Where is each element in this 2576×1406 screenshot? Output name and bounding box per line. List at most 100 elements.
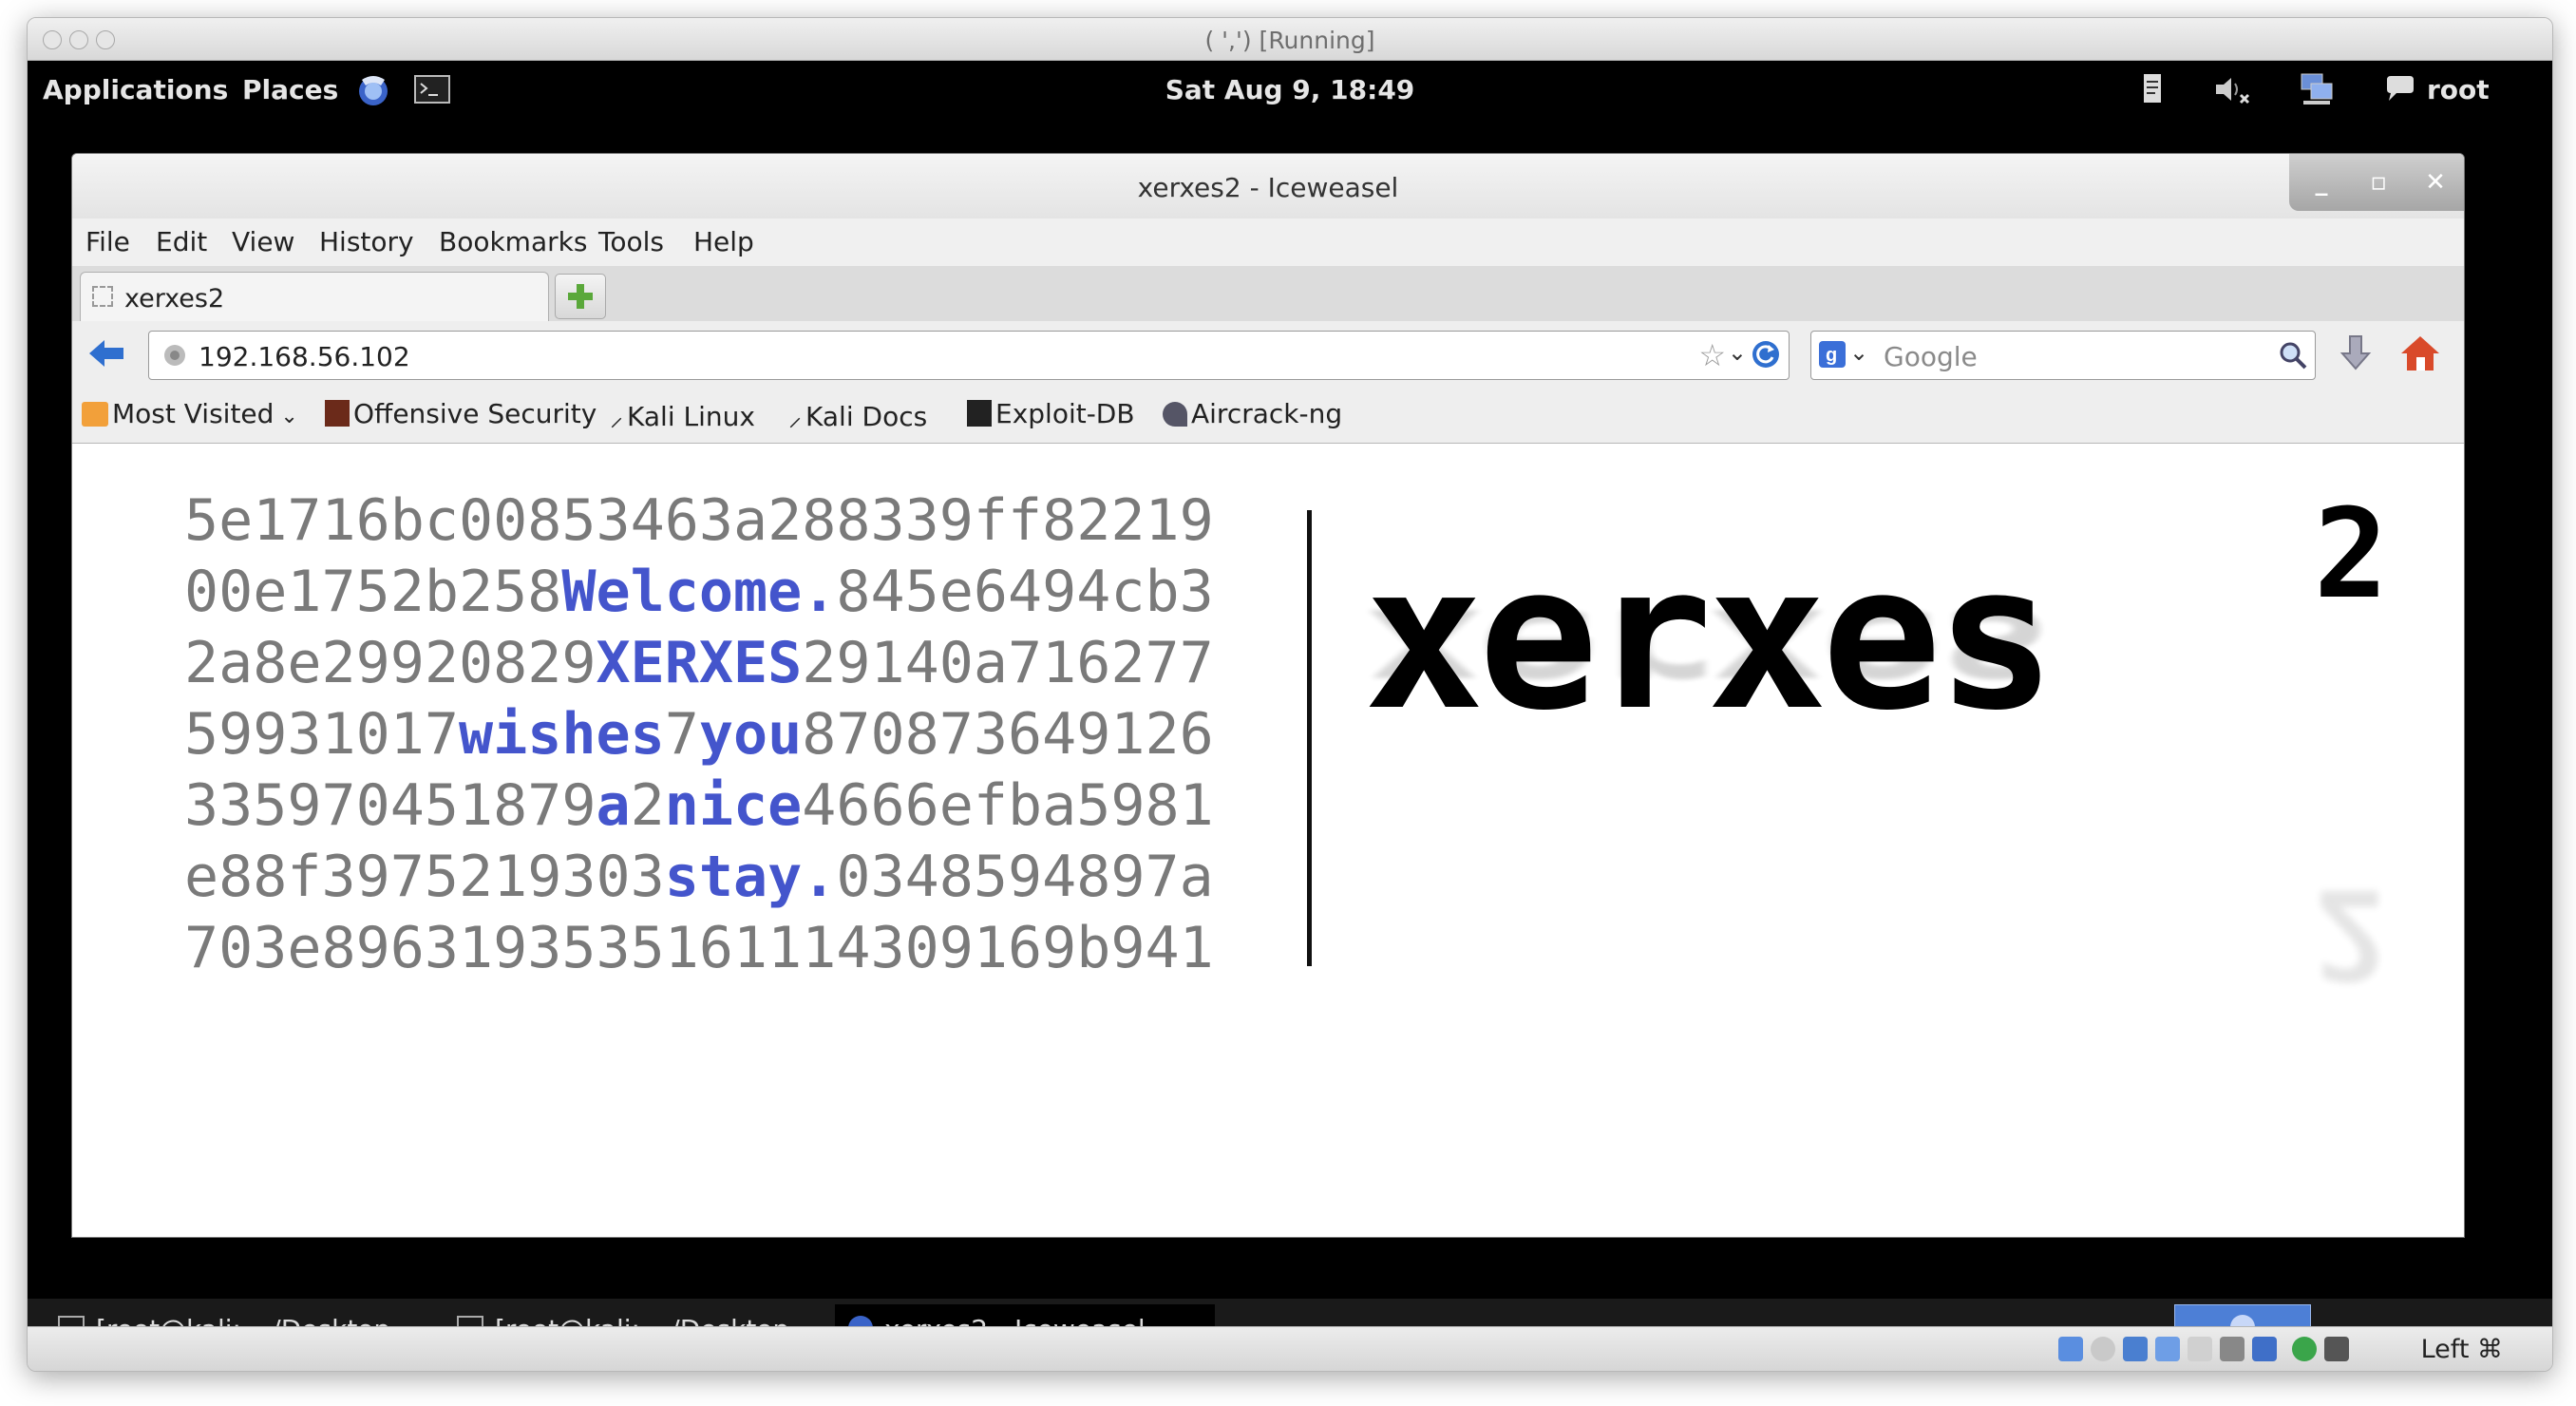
bookmark-star-icon[interactable]: ☆ <box>1698 337 1726 373</box>
svg-text:g: g <box>1826 345 1837 366</box>
tab-strip: xerxes2 <box>72 266 2464 324</box>
hex-segment: e88f3975219303 <box>184 844 665 910</box>
vm-screen: Applications Places Sat Aug 9, 18:49 roo… <box>28 61 2552 1356</box>
url-text[interactable]: 192.168.56.102 <box>199 341 410 372</box>
mouse-integration-icon[interactable] <box>2252 1337 2277 1361</box>
hidden-word: XERXES <box>596 630 803 696</box>
network-adapter-icon[interactable] <box>2155 1337 2180 1361</box>
bookmark-label: Kali Linux <box>627 401 755 432</box>
download-arrow-icon[interactable] <box>2337 332 2375 374</box>
home-icon[interactable] <box>2397 332 2443 374</box>
hex-segment: 870873649126 <box>802 701 1214 768</box>
menu-file[interactable]: File <box>85 226 130 257</box>
bookmark-label: Most Visited <box>112 398 275 429</box>
hex-line-3: 2a8e29920829XERXES29140a716277 <box>184 628 1214 699</box>
plus-icon <box>568 284 593 309</box>
menu-help[interactable]: Help <box>693 226 754 257</box>
hex-line-5: 335970451879a2nice4666efba5981 <box>184 770 1214 842</box>
hex-segment: 00e1752b258 <box>184 559 562 625</box>
bookmark-offensive-security[interactable]: Offensive Security <box>325 398 597 429</box>
virtualbox-status-bar: Left ⌘ <box>28 1326 2552 1371</box>
bookmark-kali-docs[interactable]: ⸝ Kali Docs <box>788 398 927 434</box>
clock[interactable]: Sat Aug 9, 18:49 <box>28 74 2552 105</box>
kali-dragon-icon: ⸝ <box>788 401 803 432</box>
optical-drive-icon[interactable] <box>2091 1337 2115 1361</box>
video-capture-icon[interactable] <box>2220 1337 2245 1361</box>
offsec-icon <box>325 400 350 427</box>
folder-icon <box>82 402 108 427</box>
bookmark-kali-linux[interactable]: ⸝ Kali Linux <box>610 398 755 434</box>
network-icon[interactable] <box>2298 70 2336 108</box>
bookmark-most-visited[interactable]: Most Visited ⌄ <box>82 398 298 429</box>
bookmark-label: Offensive Security <box>353 398 597 429</box>
menu-view[interactable]: View <box>232 226 294 257</box>
hex-line-4: 59931017wishes7you870873649126 <box>184 699 1214 770</box>
history-dropdown-icon[interactable]: ⌄ <box>1728 339 1747 366</box>
menu-tools[interactable]: Tools <box>598 226 664 257</box>
hex-segment: 7 <box>664 701 699 768</box>
bookmark-exploit-db[interactable]: Exploit-DB <box>967 398 1135 429</box>
clipboard-icon[interactable] <box>2134 70 2172 108</box>
hidden-word: Welcome. <box>561 559 837 625</box>
virtualbox-window: ( ',') [Running] Applications Places Sat… <box>27 17 2553 1372</box>
volume-muted-icon[interactable] <box>2212 70 2250 108</box>
hidden-word: stay. <box>664 844 837 910</box>
reload-icon[interactable] <box>1751 339 1781 370</box>
url-bar[interactable]: 192.168.56.102 ☆ ⌄ <box>148 331 1790 380</box>
hex-segment: 703e8963193535161114309169b941 <box>184 915 1214 981</box>
hidden-word: wishes <box>458 701 665 768</box>
minimize-icon[interactable]: _ <box>2297 162 2346 203</box>
hard-disk-icon[interactable] <box>2058 1337 2083 1361</box>
search-icon[interactable] <box>2277 339 2309 371</box>
search-input[interactable]: Google <box>1884 341 1978 372</box>
maximize-icon[interactable]: ▫ <box>2354 162 2403 203</box>
hex-line-1: 5e1716bc00853463a288339ff82219 <box>184 485 1214 557</box>
page-favicon-icon <box>92 286 113 307</box>
back-arrow-icon[interactable] <box>85 334 127 372</box>
hidden-word: a <box>596 772 631 839</box>
menu-edit[interactable]: Edit <box>156 226 207 257</box>
bookmark-aircrack-ng[interactable]: Aircrack-ng <box>1163 398 1342 429</box>
new-tab-button[interactable] <box>555 274 606 319</box>
hex-segment: 29140a716277 <box>802 630 1214 696</box>
iceweasel-window: xerxes2 - Iceweasel _ ▫ ✕ File Edit View… <box>71 153 2465 1238</box>
logo-superscript: 2 <box>2314 482 2389 626</box>
hidden-word: you <box>698 701 803 768</box>
page-content: 5e1716bc00853463a288339ff82219 00e1752b25… <box>72 444 2464 1237</box>
search-box[interactable]: g ⌄ Google <box>1810 331 2316 380</box>
menu-history[interactable]: History <box>319 226 414 257</box>
aircrack-icon <box>1163 402 1187 427</box>
chevron-down-icon: ⌄ <box>274 405 298 428</box>
hex-segment: 335970451879 <box>184 772 597 839</box>
globe-icon <box>164 345 185 366</box>
menu-bar: File Edit View History Bookmarks Tools H… <box>72 218 2464 266</box>
keyboard-capture-icon[interactable] <box>2324 1337 2349 1361</box>
bookmark-label: Exploit-DB <box>995 398 1135 429</box>
hex-line-2: 00e1752b258Welcome.845e6494cb3 <box>184 557 1214 628</box>
browser-titlebar[interactable]: xerxes2 - Iceweasel _ ▫ ✕ <box>72 154 2464 218</box>
bookmark-label: Kali Docs <box>805 401 928 432</box>
bookmarks-toolbar: Most Visited ⌄ Offensive Security ⸝ Kali … <box>72 386 2464 444</box>
navigation-toolbar: 192.168.56.102 ☆ ⌄ g ⌄ Google <box>72 321 2464 386</box>
hex-line-7: 703e8963193535161114309169b941 <box>184 913 1214 984</box>
user-chat-icon[interactable] <box>2381 70 2419 108</box>
browser-window-title: xerxes2 - Iceweasel <box>1137 172 1399 203</box>
hex-segment: 2a8e29920829 <box>184 630 597 696</box>
hex-segment: 845e6494cb3 <box>836 559 1214 625</box>
hex-line-6: e88f3975219303stay.0348594897a <box>184 842 1214 913</box>
host-key-indicator[interactable]: Left ⌘ <box>2421 1335 2503 1364</box>
guest-additions-icon[interactable] <box>2292 1337 2317 1361</box>
hex-segment: 4666efba5981 <box>802 772 1214 839</box>
google-engine-icon[interactable]: g <box>1819 341 1846 368</box>
logo-reflection: xerxes <box>1364 580 2051 726</box>
menu-bookmarks[interactable]: Bookmarks <box>439 226 587 257</box>
tab-xerxes2[interactable]: xerxes2 <box>80 272 549 324</box>
engine-dropdown-icon[interactable]: ⌄ <box>1849 339 1868 366</box>
hex-segment: 0348594897a <box>836 844 1214 910</box>
shared-folder-icon[interactable] <box>2188 1337 2212 1361</box>
tab-title: xerxes2 <box>124 284 225 314</box>
usb-icon[interactable] <box>2123 1337 2148 1361</box>
close-icon[interactable]: ✕ <box>2411 162 2460 203</box>
kali-dragon-icon: ⸝ <box>610 401 624 432</box>
user-menu[interactable]: root <box>2427 74 2490 105</box>
